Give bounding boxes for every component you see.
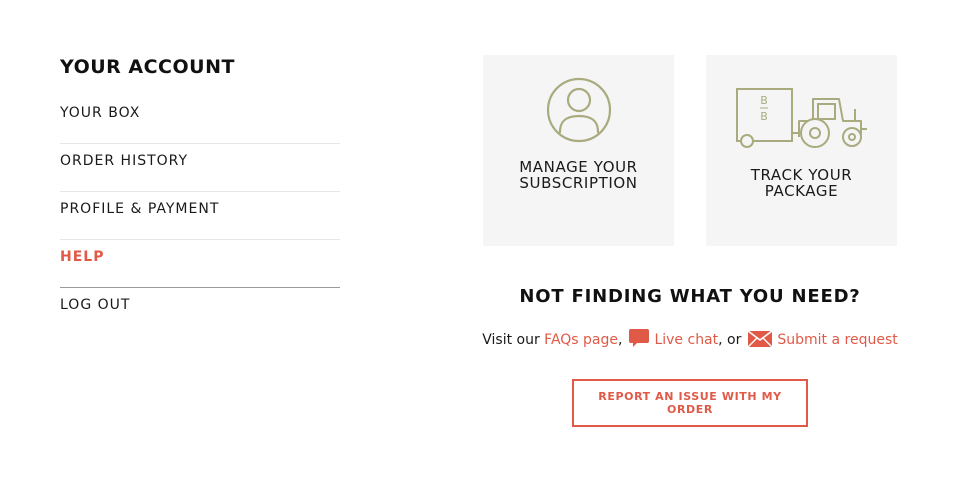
visit-text: Visit our <box>482 332 540 348</box>
nav-item-help[interactable]: HELP <box>60 240 340 288</box>
account-title: YOUR ACCOUNT <box>60 56 235 78</box>
box-logo-text: B <box>760 94 768 107</box>
track-package-card[interactable]: B B TRACK YOUR PACKAGE <box>706 55 897 246</box>
envelope-icon[interactable] <box>747 329 773 349</box>
help-links-line: Visit our FAQs page, Live chat, or Submi… <box>470 327 910 350</box>
help-title: NOT FINDING WHAT YOU NEED? <box>519 286 861 307</box>
help-block: NOT FINDING WHAT YOU NEED? Visit our FAQ… <box>470 284 910 350</box>
user-circle-icon <box>546 77 611 143</box>
tractor-icon: B B <box>735 88 867 148</box>
comma-text: , <box>618 332 623 348</box>
nav-item-profile-payment[interactable]: PROFILE & PAYMENT <box>60 192 340 240</box>
svg-text:B: B <box>760 110 768 123</box>
faqs-link[interactable]: FAQs page <box>544 332 618 348</box>
nav-item-order-history[interactable]: ORDER HISTORY <box>60 144 340 192</box>
nav-item-log-out[interactable]: LOG OUT <box>60 288 340 336</box>
or-text: , or <box>718 332 742 348</box>
track-package-label: TRACK YOUR PACKAGE <box>750 166 853 200</box>
account-nav: YOUR ACCOUNT YOUR BOX ORDER HISTORY PROF… <box>60 54 340 336</box>
account-nav-list: YOUR BOX ORDER HISTORY PROFILE & PAYMENT… <box>60 96 340 336</box>
nav-item-your-box[interactable]: YOUR BOX <box>60 96 340 144</box>
chat-bubble-icon[interactable] <box>628 327 650 349</box>
manage-subscription-label: MANAGE YOUR SUBSCRIPTION <box>519 158 638 192</box>
report-issue-button[interactable]: REPORT AN ISSUE WITH MY ORDER <box>572 379 808 427</box>
live-chat-link[interactable]: Live chat <box>654 332 718 348</box>
submit-request-link[interactable]: Submit a request <box>777 332 897 348</box>
manage-subscription-card[interactable]: MANAGE YOUR SUBSCRIPTION <box>483 55 674 246</box>
